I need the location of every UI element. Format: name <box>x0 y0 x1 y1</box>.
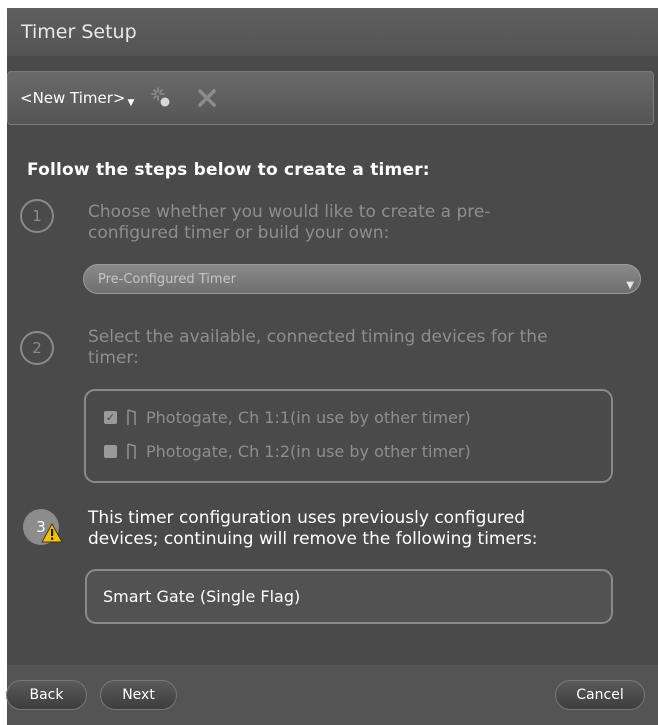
device-item[interactable]: ✓ Photogate, Ch 1:1(in use by other time… <box>104 408 471 427</box>
step-3-text: This timer configuration uses previously… <box>88 508 648 550</box>
step-2-indicator: 2 <box>20 331 54 365</box>
step-2-text: Select the available, connected timing d… <box>88 327 548 369</box>
window-title: Timer Setup <box>21 21 137 43</box>
removed-timers-list: Smart Gate (Single Flag) <box>85 569 613 624</box>
device-checkbox-checked[interactable]: ✓ <box>104 411 117 424</box>
sparkle-new-icon[interactable] <box>150 86 174 110</box>
step-1-text-line1: Choose whether you would like to create … <box>88 202 491 222</box>
footer-bar: Back Next Cancel <box>6 665 658 725</box>
close-x-icon[interactable] <box>196 87 218 109</box>
step-3-text-line1: This timer configuration uses previously… <box>88 508 525 528</box>
title-bar: Timer Setup <box>7 8 658 56</box>
instructions-heading: Follow the steps below to create a timer… <box>27 160 430 180</box>
next-button[interactable]: Next <box>100 680 177 710</box>
devices-list: ✓ Photogate, Ch 1:1(in use by other time… <box>84 389 613 483</box>
timer-toolbar: <New Timer> ▼ <box>7 71 654 125</box>
step-3-text-line2: devices; continuing will remove the foll… <box>88 529 538 549</box>
timer-select-label: <New Timer> <box>20 89 126 107</box>
step-1-indicator: 1 <box>20 199 54 233</box>
photogate-flag-icon <box>126 409 138 426</box>
timer-select-dropdown[interactable]: <New Timer> ▼ <box>20 88 134 108</box>
back-button[interactable]: Back <box>6 680 87 710</box>
chevron-down-icon: ▼ <box>127 98 135 108</box>
device-label: Photogate, Ch 1:2(in use by other timer) <box>146 442 471 461</box>
device-item[interactable]: Photogate, Ch 1:2(in use by other timer) <box>104 442 471 461</box>
warning-icon <box>41 522 63 547</box>
timer-type-dropdown[interactable]: Pre-Configured Timer ▼ <box>83 264 641 294</box>
step-1-text: Choose whether you would like to create … <box>88 202 490 244</box>
device-label: Photogate, Ch 1:1(in use by other timer) <box>146 408 471 427</box>
timer-type-value: Pre-Configured Timer <box>98 271 236 287</box>
photogate-flag-icon <box>126 443 138 460</box>
step-2-text-line2: timer: <box>88 348 139 368</box>
removed-timer-item: Smart Gate (Single Flag) <box>103 587 301 606</box>
device-checkbox-unchecked[interactable] <box>104 445 117 458</box>
chevron-down-icon: ▼ <box>626 280 634 291</box>
cancel-button[interactable]: Cancel <box>555 680 645 710</box>
step-2-text-line1: Select the available, connected timing d… <box>88 327 548 347</box>
step-1-text-line2: configured timer or build your own: <box>88 223 390 243</box>
timer-setup-dialog: Timer Setup <New Timer> ▼ Follow the ste… <box>6 8 658 725</box>
